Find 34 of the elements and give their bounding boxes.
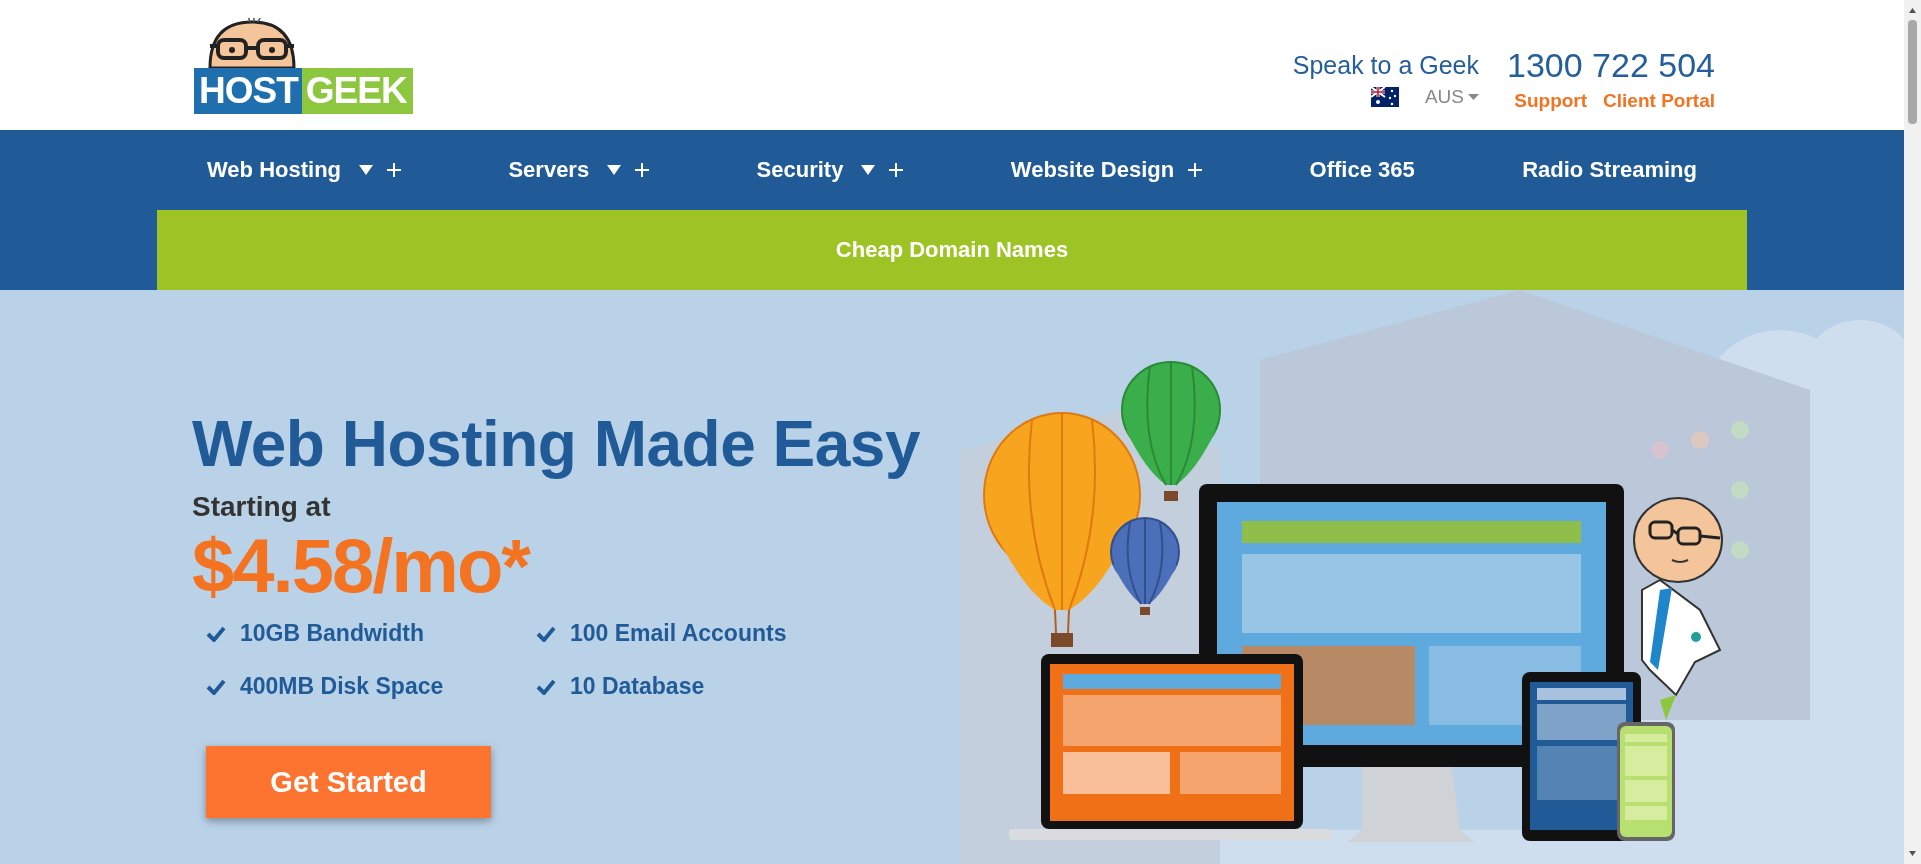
feature-text: 100 Email Accounts (570, 620, 787, 647)
logo-text: GEEK (301, 68, 413, 114)
logo-text: HOST (194, 68, 302, 114)
feature-text: 10GB Bandwidth (240, 620, 424, 647)
check-icon (536, 625, 556, 642)
plus-icon[interactable] (889, 163, 904, 177)
nav-link[interactable]: Office 365 (1309, 157, 1415, 183)
nav-link[interactable]: Website Design (1010, 157, 1175, 183)
caret-icon[interactable] (359, 165, 374, 175)
feature-text: 400MB Disk Space (240, 673, 444, 700)
hero-subtitle: Starting at (192, 490, 331, 524)
check-icon (206, 625, 226, 642)
plus-icon[interactable] (635, 163, 650, 177)
scrollbar[interactable] (1904, 0, 1921, 864)
caret-icon (1468, 94, 1479, 100)
nav-link[interactable]: Web Hosting (207, 157, 342, 183)
feature-text: 10 Database (570, 673, 705, 700)
flag-icon (1370, 87, 1399, 107)
logo[interactable]: HOST GEEK (194, 0, 413, 114)
nav-link[interactable]: Radio Streaming (1522, 157, 1697, 183)
contact-label: Speak to a Geek (1292, 50, 1479, 81)
hero-title: Web Hosting Made Easy (192, 408, 921, 480)
caret-icon[interactable] (607, 165, 622, 175)
nav-link[interactable]: Servers (508, 157, 590, 183)
plus-icon[interactable] (387, 163, 402, 177)
nav-link[interactable]: Security (756, 157, 844, 183)
phone-number: 1300 722 504 (1507, 48, 1715, 82)
price: $4.58/mo* (192, 524, 529, 608)
cartoon-face-icon (206, 18, 298, 68)
check-icon (206, 678, 226, 695)
region-selector[interactable]: AUS (1404, 86, 1479, 108)
check-icon (536, 678, 556, 695)
caret-icon[interactable] (861, 165, 876, 175)
plus-icon[interactable] (1188, 163, 1203, 177)
